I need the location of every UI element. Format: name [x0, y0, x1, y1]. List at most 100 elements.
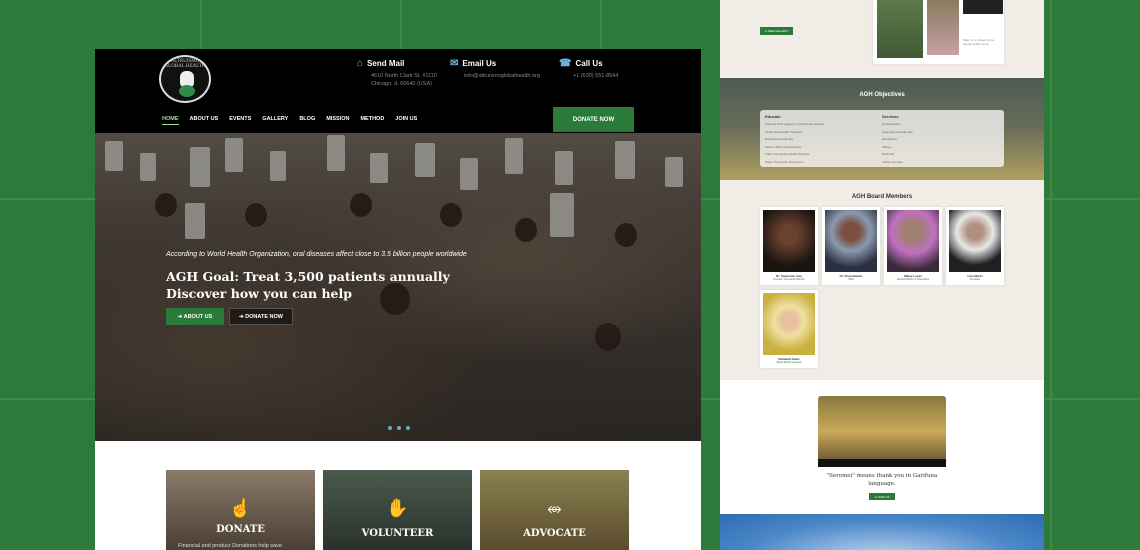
- slider-dots: [388, 426, 410, 430]
- nav-blog[interactable]: BLOG: [299, 116, 315, 125]
- board-member-card[interactable]: Mikey Lopez Medical Officer of Operation…: [884, 207, 942, 285]
- contact-send-mail: ⌂ Send Mail 4610 North Clark St. #1110 Chi…: [357, 58, 437, 89]
- list-item: Follow-Up Care: [882, 159, 903, 164]
- contact-phone: ☎ Call Us +1 (630) 551-8544: [559, 58, 618, 80]
- objectives-panel: Educate Promote Oral Hygiene in Rural Co…: [760, 110, 1004, 167]
- member-role: CEO: [848, 278, 854, 281]
- list-item: Referrals: [882, 152, 895, 156]
- raised-hand-icon: ✋: [386, 498, 409, 518]
- nav-about-us[interactable]: ABOUT US: [190, 116, 219, 125]
- phone-link[interactable]: +1 (630) 551-8544: [573, 72, 618, 80]
- nav-home[interactable]: HOME: [162, 116, 179, 125]
- member-role: Founder / Executive Director: [773, 278, 805, 281]
- list-item: Fillings: [882, 144, 892, 149]
- advocate-card[interactable]: ⥈ ADVOCATE: [480, 470, 629, 550]
- member-role: Secretary: [969, 278, 981, 281]
- member-photo: [949, 210, 1001, 272]
- email-link[interactable]: info@altruismoglobalhealth.org: [464, 72, 540, 80]
- about-us-button[interactable]: ➔ ABOUT US: [166, 308, 224, 325]
- donate-now-button[interactable]: DONATE NOW: [553, 107, 634, 132]
- contact-title: Send Mail: [367, 59, 405, 68]
- home-icon: ⌂: [357, 58, 364, 69]
- contact-title: Call Us: [575, 59, 603, 68]
- top-header: ALTRUISMO GLOBAL HEALTH ⌂ Send Mail 4610 …: [95, 49, 701, 108]
- nav-join-us[interactable]: JOIN US: [395, 116, 417, 125]
- list-item: Promote Oral Hygiene in Rural Communitie…: [765, 122, 825, 126]
- hero-title: AGH Goal: Treat 3,500 patients annually …: [166, 269, 450, 303]
- list-item: Teach Oral Health Practices: [765, 129, 803, 134]
- main-nav: HOME ABOUT US EVENTS GALLERY BLOG MISSIO…: [95, 107, 701, 133]
- member-photo: [763, 293, 815, 355]
- nav-gallery[interactable]: GALLERY: [262, 116, 288, 125]
- video-caption: "Seremei" means thank you in Garifuna la…: [720, 472, 1044, 489]
- address-line-2: Chicago, IL 60640 (USA): [371, 81, 432, 88]
- list-item: Train Community Health Workers: [765, 152, 810, 156]
- card-title: ADVOCATE: [523, 528, 586, 539]
- member-photo: [887, 210, 939, 272]
- slider-dot[interactable]: [406, 426, 410, 430]
- join-us-button[interactable]: ➔ JOIN US: [869, 493, 895, 500]
- contact-title: Email Us: [462, 59, 497, 68]
- video-player[interactable]: [963, 0, 1003, 14]
- educate-column: Educate Promote Oral Hygiene in Rural Co…: [765, 114, 824, 167]
- board-section: AGH Board Members Dr. Stephanie Joly Fou…: [720, 180, 1044, 380]
- services-column: Services Dental Exams Cleanings and Fluo…: [882, 114, 913, 167]
- caption-line-1: "Seremei" means thank you in Garifuna: [826, 473, 938, 479]
- mail-icon: ✉: [450, 58, 459, 69]
- action-cards: ☝ DONATE Financial and product Donations…: [166, 470, 629, 550]
- scrolled-page-preview: ➔ SEE GALLERY Mary, 6, is shown at the d…: [720, 0, 1044, 550]
- list-item: Share Prevention Resources: [765, 159, 804, 164]
- list-item: Cleanings and Fluoride: [882, 129, 913, 134]
- share-icon: ⥈: [547, 498, 562, 518]
- services-heading: Services: [882, 114, 899, 119]
- photo-caption: Mary, 6, is shown at the dental health e…: [963, 38, 995, 47]
- board-title: AGH Board Members: [851, 194, 913, 200]
- video-section: "Seremei" means thank you in Garifuna la…: [720, 380, 1044, 514]
- member-photo: [825, 210, 877, 272]
- see-gallery-button[interactable]: ➔ SEE GALLERY: [760, 27, 793, 35]
- gallery-photo[interactable]: [877, 0, 923, 58]
- hero-donate-button[interactable]: ➔ DONATE NOW: [229, 308, 293, 325]
- hand-pointing-icon: ☝: [229, 498, 252, 518]
- member-photo: [763, 210, 815, 272]
- board-member-card[interactable]: Rebekah Davis Social Media Outreach: [760, 290, 818, 368]
- board-member-card[interactable]: Luis Marin Secretary: [946, 207, 1004, 285]
- list-item: Distribute Dental Kits: [765, 137, 794, 141]
- hero-title-line-2: Discover how you can help: [166, 285, 352, 301]
- list-item: Extractions: [882, 137, 897, 141]
- phone-icon: ☎: [559, 58, 572, 69]
- nav-mission[interactable]: MISSION: [326, 116, 349, 125]
- volunteer-card[interactable]: ✋ VOLUNTEER: [323, 470, 472, 550]
- gallery-photo[interactable]: [927, 0, 959, 55]
- card-description: Financial and product Donations help sav…: [178, 543, 282, 549]
- slider-dot[interactable]: [388, 426, 392, 430]
- caption-line-2: language.: [868, 481, 896, 488]
- nav-events[interactable]: EVENTS: [229, 116, 251, 125]
- video-controls[interactable]: [818, 459, 946, 467]
- contact-email: ✉ Email Us info@altruismoglobalhealth.org: [450, 58, 540, 80]
- hero-subtitle: According to World Health Organization, …: [166, 251, 467, 258]
- video-player[interactable]: [818, 396, 946, 467]
- card-title: VOLUNTEER: [361, 528, 434, 539]
- globe-icon: [179, 85, 195, 97]
- list-item: Partner With Local Schools: [765, 144, 802, 149]
- list-item: Dental Exams: [882, 122, 901, 126]
- site-logo[interactable]: ALTRUISMO GLOBAL HEALTH: [159, 55, 211, 103]
- slider-dot[interactable]: [397, 426, 401, 430]
- hero-title-line-1: AGH Goal: Treat 3,500 patients annually: [166, 269, 450, 284]
- educate-heading: Educate: [765, 114, 781, 119]
- board-member-card[interactable]: Dr. Stephanie Joly Founder / Executive D…: [760, 207, 818, 285]
- board-member-card[interactable]: Dr. Floyd Banks CEO: [822, 207, 880, 285]
- logo-text: ALTRUISMO GLOBAL HEALTH: [164, 59, 206, 69]
- card-title: DONATE: [216, 524, 265, 535]
- member-role: Social Media Outreach: [776, 361, 802, 364]
- homepage-preview: ALTRUISMO GLOBAL HEALTH ⌂ Send Mail 4610 …: [95, 49, 701, 550]
- intro-section: ➔ SEE GALLERY Mary, 6, is shown at the d…: [720, 0, 1044, 78]
- address-line-1: 4610 North Clark St. #1110: [371, 73, 437, 79]
- member-role: Medical Officer of Operations: [896, 278, 930, 281]
- gallery-box: Mary, 6, is shown at the dental health e…: [873, 0, 1004, 64]
- nav-method[interactable]: METHOD: [360, 116, 384, 125]
- hero-slider: According to World Health Organization, …: [95, 133, 701, 441]
- donate-card[interactable]: ☝ DONATE Financial and product Donations…: [166, 470, 315, 550]
- objectives-title: AGH Objectives: [859, 92, 905, 98]
